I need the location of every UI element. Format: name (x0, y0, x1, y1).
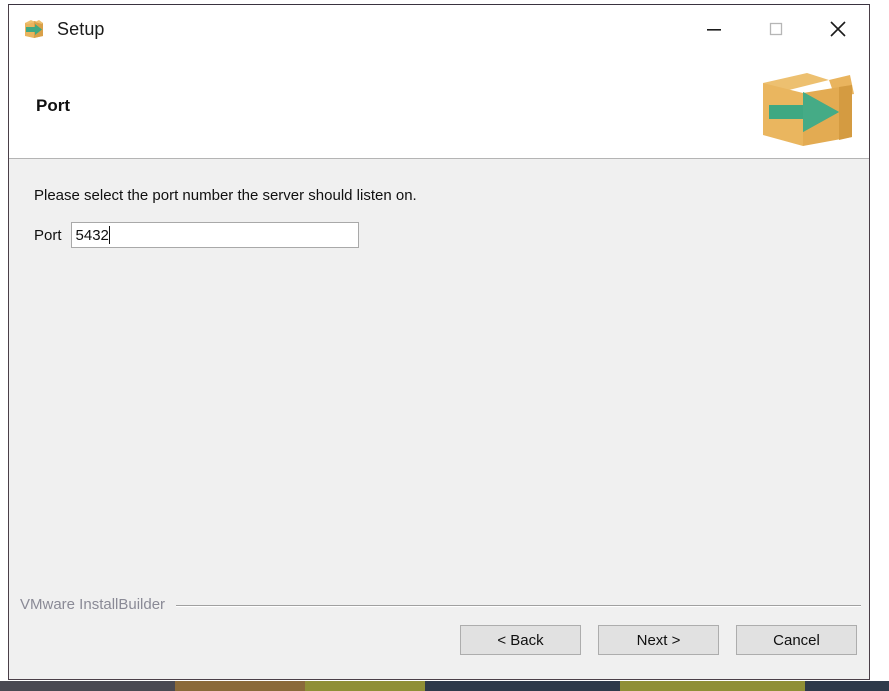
header-banner: Port (9, 53, 869, 159)
title-bar: Setup (9, 5, 869, 53)
button-bar: < Back Next > Cancel (460, 625, 857, 655)
port-label: Port (34, 226, 62, 244)
port-input-wrapper (70, 222, 359, 248)
close-button[interactable] (807, 6, 869, 52)
setup-window: Setup Port Please select the port number… (8, 4, 870, 680)
desktop-strip-segment (305, 681, 425, 691)
installbuilder-box-arrow-icon (21, 16, 47, 42)
instruction-text: Please select the port number the server… (34, 187, 417, 204)
minimize-button[interactable] (683, 6, 745, 52)
cancel-button[interactable]: Cancel (736, 625, 857, 655)
text-caret (108, 226, 110, 244)
desktop-strip-segment (425, 681, 620, 691)
maximize-button[interactable] (745, 6, 807, 52)
brand-row: VMware InstallBuilder (20, 596, 861, 613)
open-box-green-arrow-logo (755, 61, 861, 153)
desktop-strip-segment (0, 681, 175, 691)
desktop-strip-segment (620, 681, 805, 691)
desktop-strip-segment (805, 681, 889, 691)
brand-label: VMware InstallBuilder (20, 596, 166, 613)
window-title: Setup (57, 18, 105, 39)
port-field-row: Port (34, 222, 359, 248)
brand-separator-rule (176, 604, 861, 607)
desktop-strip-segment (175, 681, 305, 691)
port-input[interactable] (70, 222, 359, 248)
back-button[interactable]: < Back (460, 625, 581, 655)
dialog-body: Please select the port number the server… (9, 159, 869, 590)
page-title: Port (36, 95, 70, 115)
desktop-background-strip (0, 681, 889, 691)
next-button[interactable]: Next > (598, 625, 719, 655)
dialog-footer: VMware InstallBuilder < Back Next > Canc… (9, 590, 869, 679)
